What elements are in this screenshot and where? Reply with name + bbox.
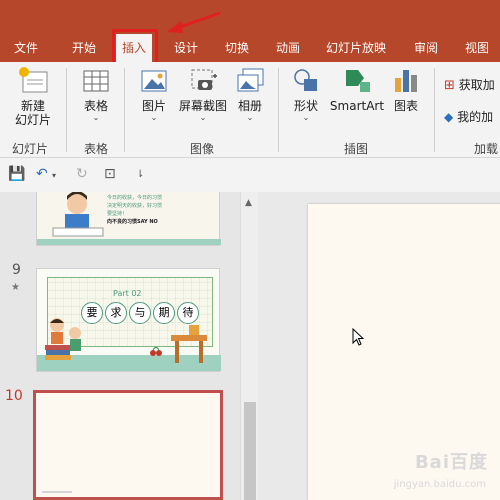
picture-icon [141, 70, 167, 92]
slide-9-part-label: Part 02 [113, 289, 142, 298]
group-label-images: 图像 [190, 142, 215, 156]
redo-icon[interactable]: ↻ [76, 166, 88, 182]
slide-thumbnail-panel: 今日的收获，今日的习惯 决定明天的收获，好习惯 要坚持！ 向不良的习惯SAY N… [0, 192, 240, 500]
group-label-slides: 幻灯片 [12, 142, 49, 156]
smartart-icon [346, 70, 370, 92]
slide-9-title: 要 求 与 期 待 [81, 302, 199, 324]
slide-number-10: 10 [5, 388, 23, 404]
tab-transitions[interactable]: 切换 [225, 34, 249, 62]
group-label-addins: 加载 [474, 142, 499, 156]
smartart-button[interactable]: SmartArt [328, 66, 386, 113]
baidu-watermark-url: jingyan.baidu.com [393, 479, 486, 490]
get-addins-button[interactable]: ⊞ 获取加 [444, 76, 495, 93]
separator [66, 68, 67, 152]
tab-review[interactable]: 审阅 [414, 34, 438, 62]
camera-icon [191, 69, 217, 90]
mouse-cursor-icon [352, 328, 365, 346]
title-bar [0, 0, 500, 34]
tab-design[interactable]: 设计 [174, 34, 198, 62]
boy-reading-illustration [52, 192, 104, 237]
table-icon [83, 70, 109, 92]
customize-toolbar-icon[interactable]: ⇂ [136, 169, 144, 180]
chevron-down-icon[interactable]: ▾ [52, 171, 56, 180]
tab-view[interactable]: 视图 [465, 34, 489, 62]
chevron-down-icon: ⌄ [199, 113, 207, 122]
slide-editing-area: Bai百度 jingyan.baidu.com [258, 192, 500, 500]
new-slide-button[interactable]: 新建 幻灯片 [8, 66, 58, 127]
separator [124, 68, 125, 152]
slide-number-9: 9 [12, 262, 21, 278]
chevron-down-icon: ⌄ [150, 113, 158, 122]
addin-icon: ◆ [444, 110, 454, 124]
tab-file[interactable]: 文件 [14, 34, 38, 62]
shapes-icon [294, 69, 317, 91]
undo-icon[interactable]: ↶ [36, 166, 48, 182]
separator [434, 68, 435, 152]
star-icon: ★ [11, 282, 20, 293]
thumbnail-scrollbar[interactable]: ▲ [240, 192, 259, 500]
tab-animations[interactable]: 动画 [276, 34, 300, 62]
shapes-button[interactable]: 形状 ⌄ [286, 66, 326, 123]
picture-button[interactable]: 图片 ⌄ [134, 66, 174, 123]
store-icon: ⊞ [444, 78, 455, 93]
tab-home[interactable]: 开始 [72, 34, 96, 62]
screenshot-button[interactable]: 屏幕截图 ⌄ [176, 66, 230, 123]
separator [278, 68, 279, 152]
ribbon: 新建 幻灯片 表格 ⌄ 图片 ⌄ 屏幕截图 ⌄ 相册 ⌄ 形状 ⌄ SmartA… [0, 62, 500, 158]
slide-thumbnail-8[interactable]: 今日的收获，今日的习惯 决定明天的收获，好习惯 要坚持！ 向不良的习惯SAY N… [36, 192, 221, 246]
scroll-up-arrow-icon[interactable]: ▲ [245, 198, 252, 208]
chevron-down-icon: ⌄ [246, 113, 254, 122]
chart-icon [395, 70, 417, 92]
quick-access-toolbar: 💾 ↶ ▾ ↻ ⊡ ⇂ [0, 158, 500, 193]
desk-illustration [171, 325, 207, 363]
my-addins-button[interactable]: ◆ 我的加 [444, 108, 493, 125]
chevron-down-icon: ⌄ [92, 113, 100, 122]
album-button[interactable]: 相册 ⌄ [232, 66, 268, 123]
chart-button[interactable]: 图表 [388, 66, 424, 113]
slide-8-footer-band [37, 239, 221, 245]
scrollbar-thumb[interactable] [244, 402, 256, 500]
ribbon-tabs: 文件 开始 插入 设计 切换 动画 幻灯片放映 审阅 视图 [0, 34, 500, 62]
group-label-illustrations: 插图 [344, 142, 369, 156]
cherry-icon [150, 347, 162, 356]
new-slide-icon [19, 67, 48, 93]
arrow-annotation [167, 11, 221, 33]
tab-slideshow[interactable]: 幻灯片放映 [326, 34, 386, 62]
chevron-down-icon: ⌄ [302, 113, 310, 122]
slide-8-text: 今日的收获，今日的习惯 决定明天的收获，好习惯 要坚持！ 向不良的习惯SAY N… [107, 195, 163, 225]
table-button[interactable]: 表格 ⌄ [76, 66, 116, 123]
slide-thumbnail-9[interactable]: Part 02 要 求 与 期 待 [36, 268, 221, 372]
slide-10-footer-text [42, 491, 72, 493]
slide-thumbnail-10-selected[interactable] [33, 390, 223, 500]
children-books-illustration [45, 318, 81, 360]
baidu-watermark-logo: Bai百度 [414, 452, 488, 473]
highlight-box [112, 29, 158, 66]
present-from-start-icon[interactable]: ⊡ [104, 166, 116, 182]
album-icon [237, 68, 264, 92]
group-label-tables: 表格 [84, 142, 109, 156]
save-icon[interactable]: 💾 [8, 166, 25, 182]
